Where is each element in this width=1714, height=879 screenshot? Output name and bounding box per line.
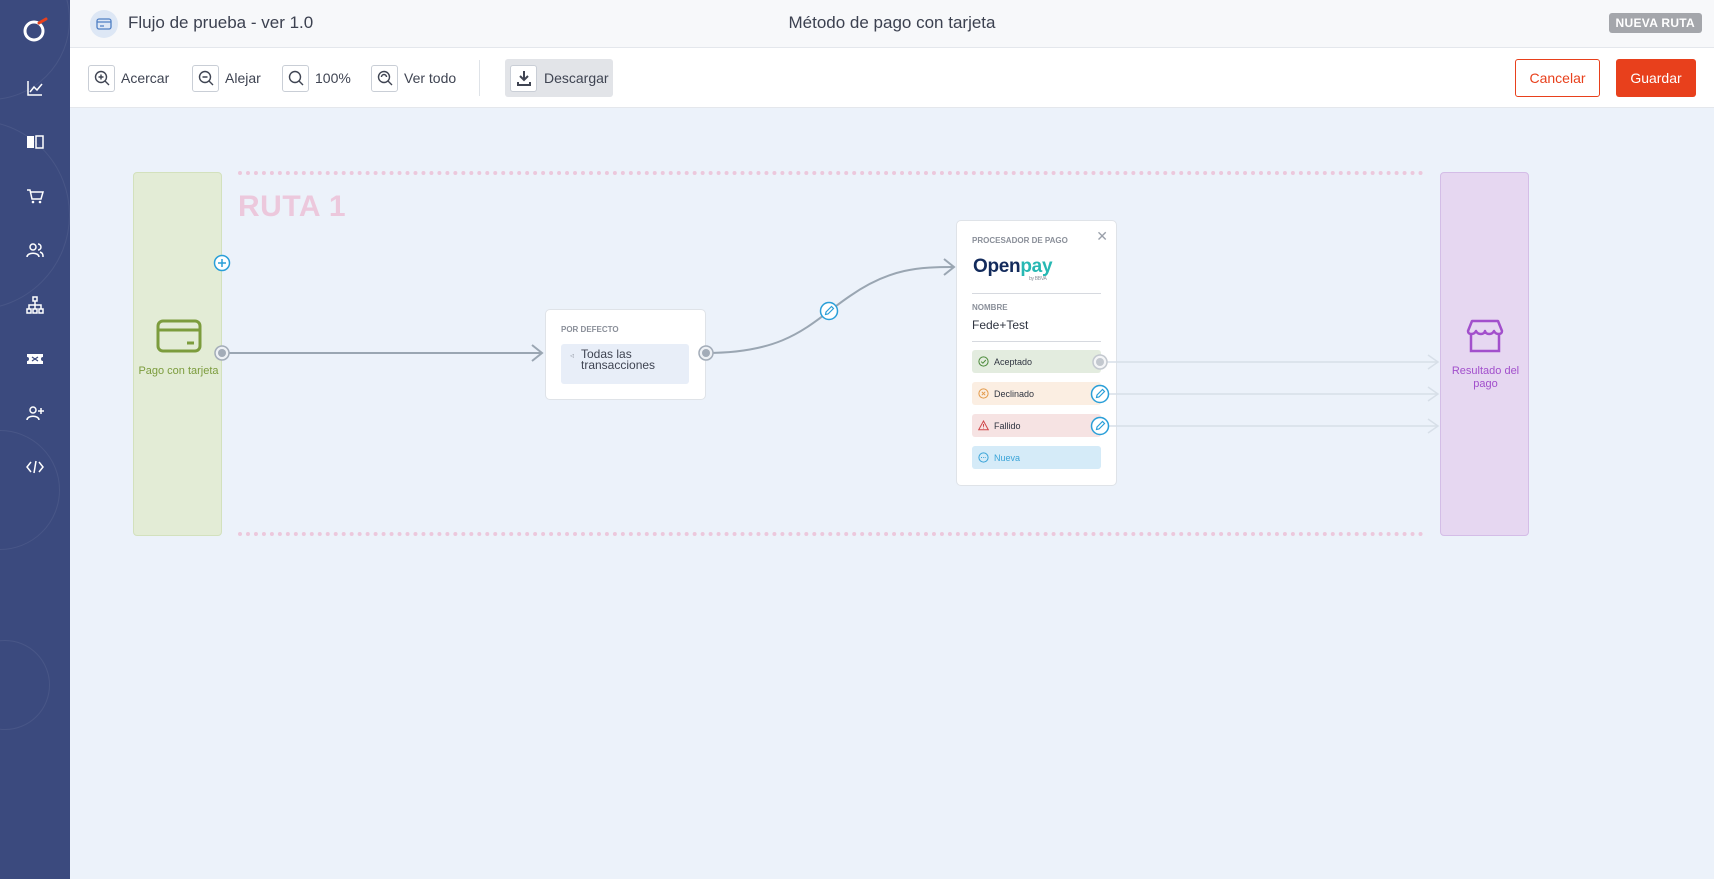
route-label: RUTA 1 <box>238 190 346 223</box>
save-button[interactable]: Guardar <box>1616 59 1696 97</box>
credit-card-icon <box>156 319 202 353</box>
name-value: Fede+Test <box>972 318 1029 332</box>
download-button[interactable]: Descargar <box>505 59 613 97</box>
status-declined[interactable]: Declinado <box>972 382 1101 405</box>
status-new[interactable]: Nueva <box>972 446 1101 469</box>
cart-icon <box>27 189 44 204</box>
flow-title: Flujo de prueba - ver 1.0 <box>128 13 314 32</box>
close-icon[interactable]: ✕ <box>1096 228 1108 245</box>
more-circle-icon <box>978 452 989 463</box>
new-route-badge: NUEVA RUTA <box>1608 13 1702 33</box>
edit-connector-icon <box>819 301 839 321</box>
chart-line-icon <box>27 81 43 96</box>
status-accepted-label: Aceptado <box>994 356 1033 367</box>
sidebar-item-promotions[interactable] <box>20 344 50 374</box>
users-icon <box>26 243 44 258</box>
start-node[interactable]: Pago con tarjeta <box>133 172 222 536</box>
start-node-label: Pago con tarjeta <box>138 365 219 377</box>
warning-icon <box>978 420 989 431</box>
zoom-fit-icon <box>371 64 398 92</box>
book-open-icon <box>27 135 44 149</box>
status-new-label: Nueva <box>994 452 1021 463</box>
user-plus-icon <box>26 406 44 421</box>
route-bottom-border <box>238 532 1424 536</box>
download-icon <box>510 64 537 92</box>
status-accepted[interactable]: Aceptado <box>972 350 1101 373</box>
connector-default-to-processor <box>705 258 956 354</box>
status-failed[interactable]: Fallido <box>972 414 1101 437</box>
sidebar-item-catalog[interactable] <box>20 127 50 157</box>
default-condition-node[interactable]: POR DEFECTO ◃ Todas las transacciones <box>545 309 706 400</box>
ticket-icon <box>27 354 43 364</box>
top-bar: Flujo de prueba - ver 1.0 Método de pago… <box>70 0 1714 48</box>
zoom-reset-button[interactable]: 100% <box>282 63 351 93</box>
sidebar-item-add-user[interactable] <box>20 398 50 428</box>
zoom-in-label: Acercar <box>121 70 170 86</box>
processor-divider <box>972 293 1101 294</box>
download-label: Descargar <box>544 70 609 86</box>
store-icon <box>1466 319 1504 353</box>
default-node-header: POR DEFECTO <box>561 325 619 334</box>
x-circle-icon <box>978 388 989 399</box>
zoom-in-button[interactable]: Acercar <box>88 63 169 93</box>
condition-all-transactions[interactable]: ◃ Todas las transacciones <box>561 344 689 384</box>
sidebar-item-orders[interactable] <box>20 181 50 211</box>
flow-canvas[interactable]: RUTA 1 Pago con tarjeta POR DEFECTO ◃ To… <box>70 108 1714 879</box>
status-failed-label: Fallido <box>994 420 1021 431</box>
zoom-out-button[interactable]: Alejar <box>192 63 261 93</box>
sidebar-item-analytics[interactable] <box>20 73 50 103</box>
zoom-level: 100% <box>315 70 351 86</box>
end-node[interactable]: Resultado del pago <box>1440 172 1529 536</box>
code-icon <box>26 460 44 474</box>
search-icon <box>282 64 309 92</box>
end-node-label: Resultado del pago <box>1451 365 1520 390</box>
fit-all-button[interactable]: Ver todo <box>371 63 456 93</box>
route-top-border <box>238 171 1424 175</box>
payment-processor-node[interactable]: PROCESADOR DE PAGO ✕ Openpay by BBVA NOMB… <box>956 220 1117 486</box>
toolbar-divider <box>479 60 480 96</box>
check-circle-icon <box>978 356 989 367</box>
app-logo-icon[interactable] <box>22 17 48 43</box>
processor-node-header: PROCESADOR DE PAGO <box>972 236 1068 245</box>
cancel-button[interactable]: Cancelar <box>1515 59 1600 97</box>
name-label: NOMBRE <box>972 303 1008 312</box>
sidebar-item-flows[interactable] <box>20 290 50 320</box>
zoom-out-label: Alejar <box>225 70 261 86</box>
sidebar-decoration <box>0 640 50 730</box>
condition-label: Todas las transacciones <box>581 347 656 372</box>
connectors-status-to-end <box>1100 354 1440 434</box>
processor-divider <box>972 341 1101 342</box>
connector-start-to-default <box>222 344 544 362</box>
sidebar <box>0 0 70 879</box>
fit-all-label: Ver todo <box>404 70 457 86</box>
sidebar-decoration <box>0 430 60 550</box>
sitemap-icon <box>26 296 44 314</box>
sidebar-item-customers[interactable] <box>20 235 50 265</box>
page-title: Método de pago con tarjeta <box>788 13 996 32</box>
condition-icon: ◃ <box>570 351 575 360</box>
flow-icon <box>90 10 118 38</box>
openpay-logo: Openpay by BBVA <box>973 256 1053 282</box>
zoom-in-icon <box>88 64 115 92</box>
toolbar: Acercar Alejar 100% Ver todo Descargar C… <box>70 48 1714 108</box>
zoom-out-icon <box>192 64 219 92</box>
status-declined-label: Declinado <box>994 388 1035 399</box>
sidebar-item-developers[interactable] <box>20 452 50 482</box>
